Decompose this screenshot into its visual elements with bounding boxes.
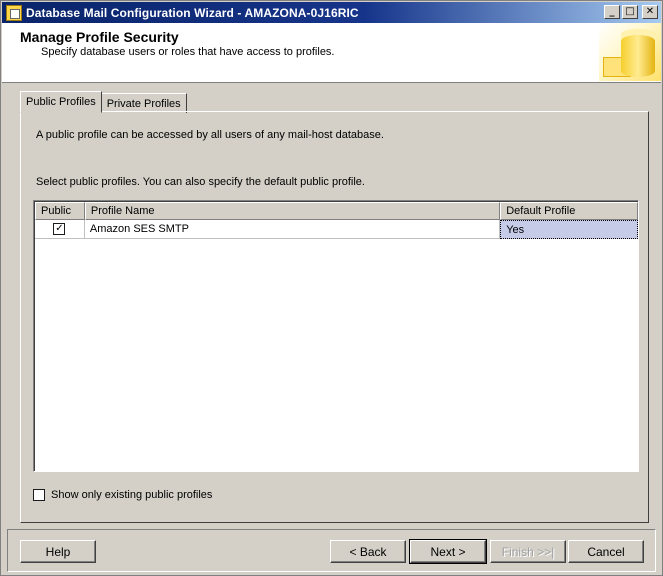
show-only-existing-label: Show only existing public profiles — [51, 489, 213, 501]
show-only-existing-option[interactable]: Show only existing public profiles — [33, 489, 212, 501]
panel-description: A public profile can be accessed by all … — [36, 129, 384, 141]
wizard-window: Database Mail Configuration Wizard - AMA… — [0, 0, 663, 576]
public-cell: ✓ — [35, 220, 85, 239]
profiles-grid: Public Profile Name Default Profile ✓ Am… — [33, 200, 639, 472]
panel-instruction: Select public profiles. You can also spe… — [36, 176, 365, 188]
help-button[interactable]: Help — [20, 540, 96, 563]
next-button[interactable]: Next > — [409, 539, 487, 564]
show-only-existing-checkbox[interactable] — [33, 489, 45, 501]
column-header-default-profile[interactable]: Default Profile — [500, 202, 638, 220]
title-bar[interactable]: Database Mail Configuration Wizard - AMA… — [2, 2, 661, 23]
default-profile-cell[interactable]: Yes — [500, 220, 639, 239]
maximize-button[interactable]: □ — [622, 5, 638, 19]
public-profiles-panel: A public profile can be accessed by all … — [20, 111, 649, 523]
window-title: Database Mail Configuration Wizard - AMA… — [26, 5, 359, 20]
app-icon — [6, 4, 22, 21]
cancel-button[interactable]: Cancel — [568, 540, 644, 563]
wizard-header: Manage Profile Security Specify database… — [2, 23, 661, 83]
back-button[interactable]: < Back — [330, 540, 406, 563]
column-header-profile-name[interactable]: Profile Name — [84, 202, 501, 220]
tab-public-profiles[interactable]: Public Profiles — [20, 91, 102, 113]
table-row[interactable]: ✓ Amazon SES SMTP Yes — [35, 220, 639, 239]
column-header-public[interactable]: Public — [35, 202, 85, 220]
tab-private-profiles[interactable]: Private Profiles — [100, 93, 187, 113]
profile-tabs: Public Profiles Private Profiles — [20, 91, 187, 113]
close-button[interactable]: ✕ — [642, 5, 658, 19]
minimize-button[interactable]: _ — [604, 5, 620, 19]
profile-name-cell[interactable]: Amazon SES SMTP — [84, 220, 501, 239]
grid-header: Public Profile Name Default Profile — [35, 202, 638, 220]
database-mail-graphic-icon — [599, 23, 661, 81]
public-checkbox[interactable]: ✓ — [53, 223, 66, 235]
window-controls: _ □ ✕ — [604, 5, 658, 19]
page-subtitle: Specify database users or roles that hav… — [41, 46, 335, 58]
finish-button[interactable]: Finish >>| — [490, 540, 566, 563]
page-title: Manage Profile Security — [20, 29, 179, 45]
